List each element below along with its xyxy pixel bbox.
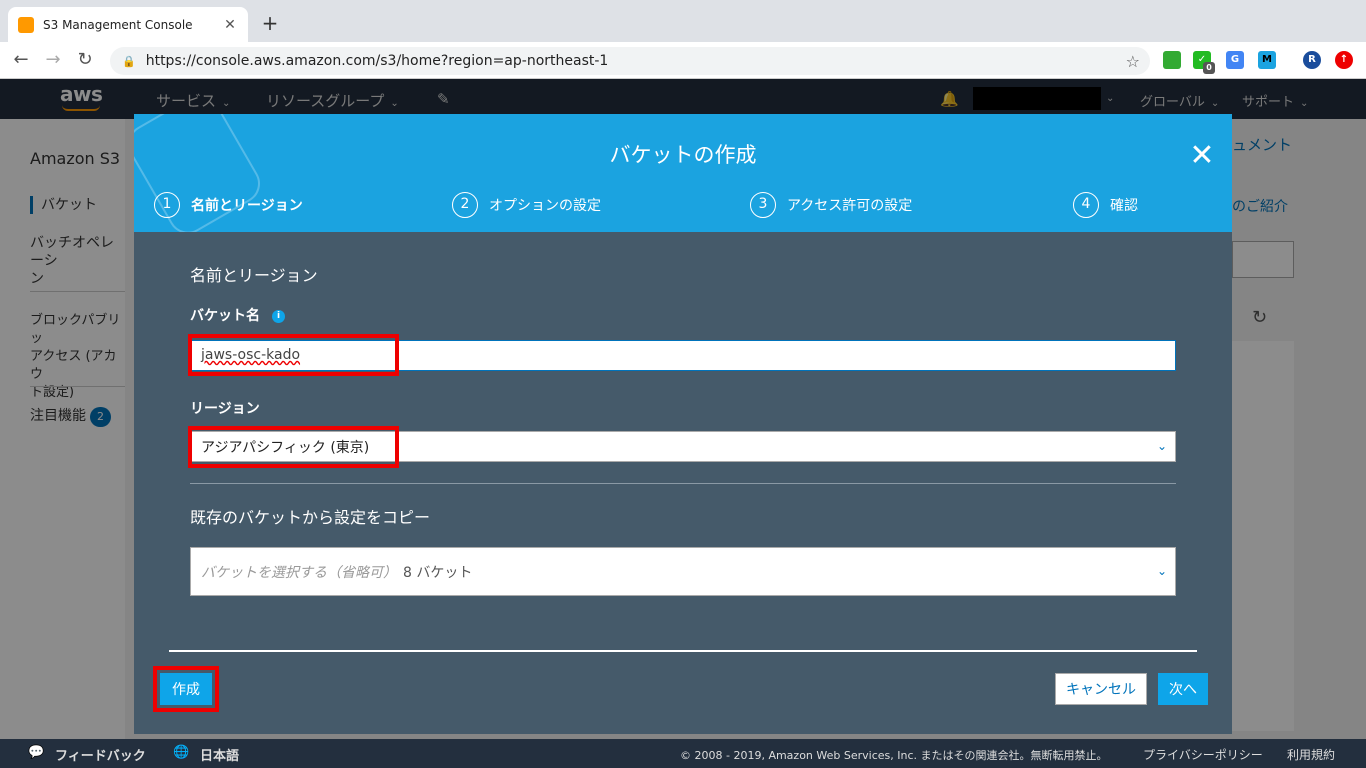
- reload-icon[interactable]: ↻: [74, 49, 96, 70]
- step-number: 1: [154, 192, 180, 218]
- dialog-body: 名前とリージョン バケット名 i jaws-osc-kado リージョン アジアパ…: [134, 232, 1232, 734]
- bookmark-star-icon[interactable]: ☆: [1126, 52, 1140, 71]
- step-number: 2: [452, 192, 478, 218]
- url-text: https://console.aws.amazon.com/s3/home?r…: [145, 53, 609, 69]
- privacy-link[interactable]: プライバシーポリシー: [1143, 746, 1263, 763]
- lock-icon: 🔒: [122, 54, 136, 68]
- chevron-down-icon: ⌄: [1156, 438, 1167, 453]
- console-footer: 💬 フィードバック 🌐 日本語 © 2008 - 2019, Amazon We…: [0, 739, 1366, 768]
- translate-icon[interactable]: G: [1226, 51, 1244, 69]
- terms-link[interactable]: 利用規約: [1287, 746, 1335, 763]
- extension-badge: 0: [1203, 62, 1215, 74]
- browser-tab[interactable]: S3 Management Console ✕: [8, 7, 248, 42]
- footer-divider: [169, 650, 1197, 652]
- address-bar[interactable]: 🔒 https://console.aws.amazon.com/s3/home…: [110, 47, 1150, 75]
- globe-icon: 🌐: [173, 745, 190, 760]
- copyright-text: © 2008 - 2019, Amazon Web Services, Inc.…: [680, 749, 1108, 762]
- browser-tabstrip: S3 Management Console ✕ +: [0, 0, 1366, 42]
- step-name-region[interactable]: 1 名前とリージョン: [154, 192, 303, 218]
- info-icon[interactable]: i: [272, 309, 285, 323]
- section-divider: [190, 483, 1176, 484]
- close-icon[interactable]: ✕: [1188, 138, 1216, 173]
- copy-settings-count: 8 バケット: [403, 564, 473, 581]
- region-label: リージョン: [190, 401, 260, 417]
- chevron-down-icon: ⌄: [1156, 563, 1167, 578]
- highlight-create-button: [153, 666, 219, 712]
- step-label: アクセス許可の設定: [787, 198, 913, 214]
- section-title: 名前とリージョン: [190, 266, 318, 285]
- feedback-link[interactable]: フィードバック: [55, 745, 146, 764]
- s3-favicon-icon: [18, 16, 34, 33]
- tab-title: S3 Management Console: [43, 17, 193, 32]
- cancel-button[interactable]: キャンセル: [1055, 673, 1147, 705]
- bucket-name-label: バケット名 i: [190, 305, 285, 325]
- highlight-region: [188, 426, 399, 468]
- bucket-name-label-text: バケット名: [190, 308, 260, 324]
- step-number: 3: [750, 192, 776, 218]
- browser-toolbar: ← → ↻ 🔒 https://console.aws.amazon.com/s…: [0, 42, 1366, 79]
- highlight-bucket-name: [188, 334, 399, 376]
- copy-settings-placeholder: バケットを選択する（省略可）: [201, 564, 397, 581]
- step-review[interactable]: 4 確認: [1073, 192, 1138, 218]
- extension-icon[interactable]: [1163, 51, 1181, 69]
- new-tab-button[interactable]: +: [260, 11, 280, 35]
- copy-settings-title: 既存のバケットから設定をコピー: [190, 508, 431, 527]
- step-number: 4: [1073, 192, 1099, 218]
- forward-icon[interactable]: →: [42, 49, 64, 70]
- dialog-header: バケットの作成 ✕ 1 名前とリージョン 2 オプションの設定 3 アクセス許可…: [134, 114, 1232, 232]
- back-icon[interactable]: ←: [10, 49, 32, 70]
- profile-avatar[interactable]: R: [1303, 51, 1321, 69]
- step-label: オプションの設定: [489, 198, 601, 214]
- next-button[interactable]: 次へ: [1158, 673, 1208, 705]
- extension-red-icon[interactable]: ↑: [1335, 51, 1353, 69]
- copy-settings-select[interactable]: バケットを選択する（省略可） 8 バケット ⌄: [190, 547, 1176, 596]
- language-selector[interactable]: 日本語: [200, 745, 239, 764]
- create-bucket-dialog: バケットの作成 ✕ 1 名前とリージョン 2 オプションの設定 3 アクセス許可…: [134, 114, 1232, 734]
- step-label: 名前とリージョン: [191, 198, 303, 214]
- step-permissions[interactable]: 3 アクセス許可の設定: [750, 192, 912, 218]
- tab-close-icon[interactable]: ✕: [222, 17, 238, 33]
- dialog-title: バケットの作成: [609, 143, 757, 167]
- feedback-icon[interactable]: 💬: [28, 745, 44, 760]
- step-options[interactable]: 2 オプションの設定: [452, 192, 601, 218]
- step-label: 確認: [1110, 198, 1138, 214]
- extension-m-icon[interactable]: M: [1258, 51, 1276, 69]
